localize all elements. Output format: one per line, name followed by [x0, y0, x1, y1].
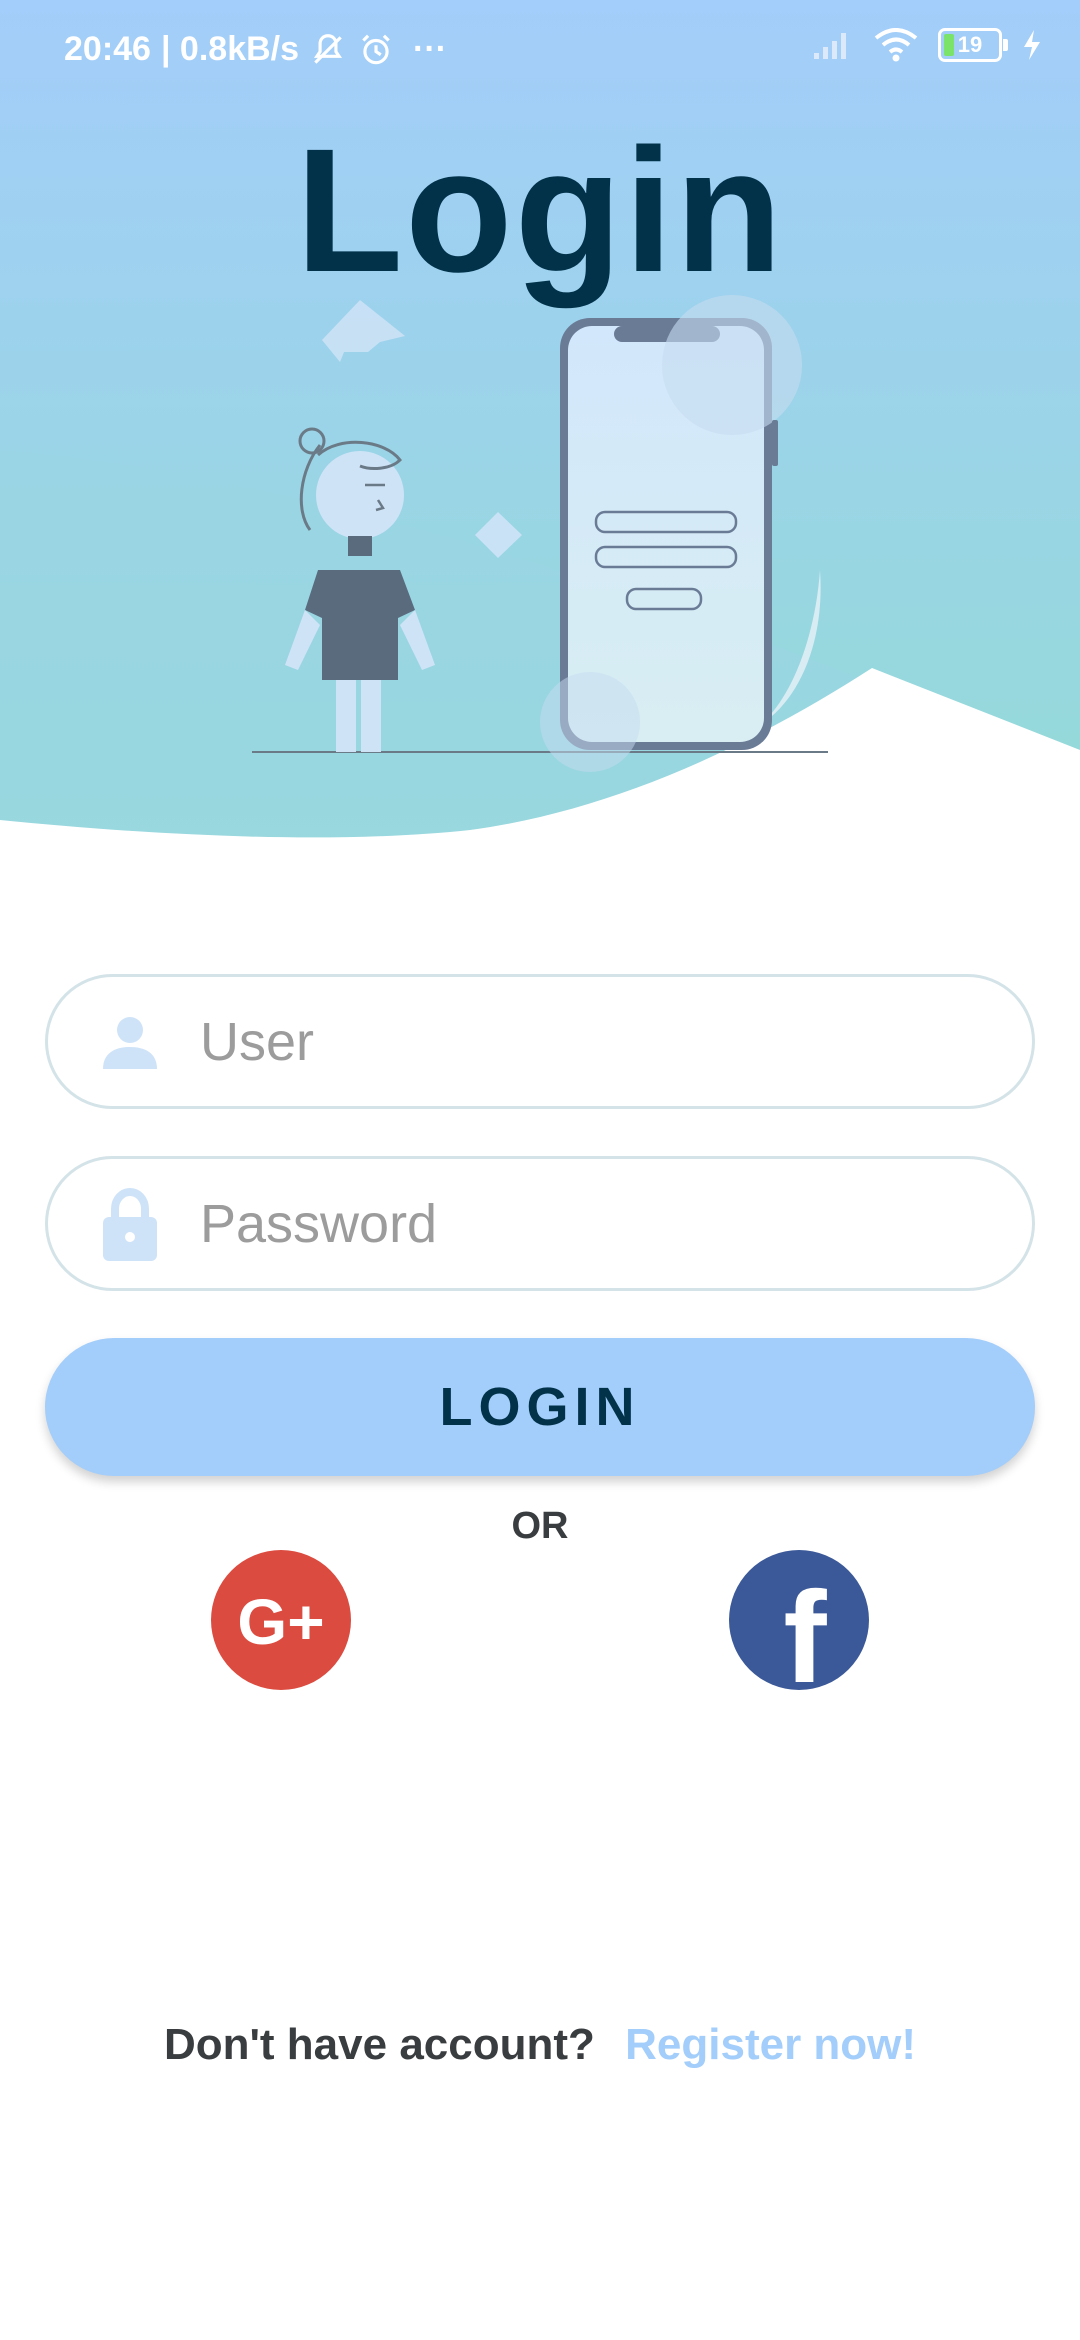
alarm-icon: [362, 34, 390, 64]
status-time: 20:46: [64, 30, 151, 68]
status-overflow-icon: ···: [413, 30, 447, 68]
cellular-signal-icon: [814, 33, 846, 59]
google-label: G+: [237, 1586, 324, 1658]
page-title: Login: [295, 113, 785, 309]
facebook-icon: f: [783, 1564, 827, 1710]
password-input[interactable]: [198, 1191, 962, 1256]
status-network-speed: | 0.8kB/s: [160, 30, 300, 68]
register-question: Don't have account?: [163, 2020, 595, 2069]
facebook-label: f: [783, 1564, 827, 1690]
login-button[interactable]: LOGIN: [45, 1338, 1035, 1476]
register-link[interactable]: Register now!: [625, 2020, 916, 2069]
google-login-button[interactable]: G+: [211, 1550, 351, 1690]
user-icon: [100, 1007, 160, 1077]
bell-muted-icon: [313, 33, 343, 64]
lock-icon: [100, 1187, 160, 1261]
password-field[interactable]: [45, 1156, 1035, 1291]
wifi-icon: [874, 28, 918, 62]
phone-illustration: [540, 295, 802, 772]
or-divider-label: OR: [511, 1505, 569, 1547]
battery-level: 19: [957, 32, 983, 57]
user-input[interactable]: [198, 1009, 962, 1074]
register-prompt: Don't have account? Register now!: [0, 2020, 1080, 2070]
user-field[interactable]: [45, 974, 1035, 1109]
charging-bolt-icon: [1024, 30, 1040, 60]
facebook-login-button[interactable]: f: [729, 1550, 869, 1710]
battery-icon: 19: [938, 28, 1008, 62]
status-bar: 20:46 | 0.8kB/s ··· 19: [0, 0, 1080, 100]
google-plus-icon: G+: [237, 1586, 324, 1658]
